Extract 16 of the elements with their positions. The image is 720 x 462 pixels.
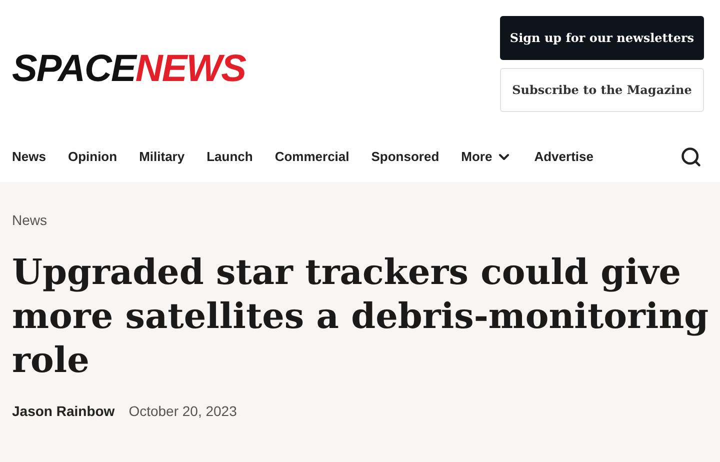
nav-link[interactable]: Launch [206, 147, 253, 167]
logo[interactable]: SPACENEWS [12, 50, 246, 88]
author-name[interactable]: Jason Rainbow [12, 401, 115, 422]
nav-link[interactable]: Military [139, 147, 185, 167]
nav-link[interactable]: Advertise [534, 147, 594, 167]
newsletter-signup-button[interactable]: Sign up for our newsletters [500, 16, 704, 60]
article-title: Upgraded star trackers could give more satellites a debris-monitoring role [12, 251, 710, 383]
nav-link[interactable]: Opinion [68, 147, 118, 167]
nav-link[interactable]: News [12, 147, 46, 167]
nav-link[interactable]: Commercial [274, 147, 350, 167]
publish-date: October 20, 2023 [128, 402, 237, 421]
search-icon[interactable] [680, 146, 702, 168]
nav-link[interactable]: More [461, 147, 512, 167]
nav-link[interactable]: Sponsored [371, 147, 440, 167]
category-label[interactable]: News [12, 210, 708, 231]
subscribe-button[interactable]: Subscribe to the Magazine [500, 68, 704, 112]
